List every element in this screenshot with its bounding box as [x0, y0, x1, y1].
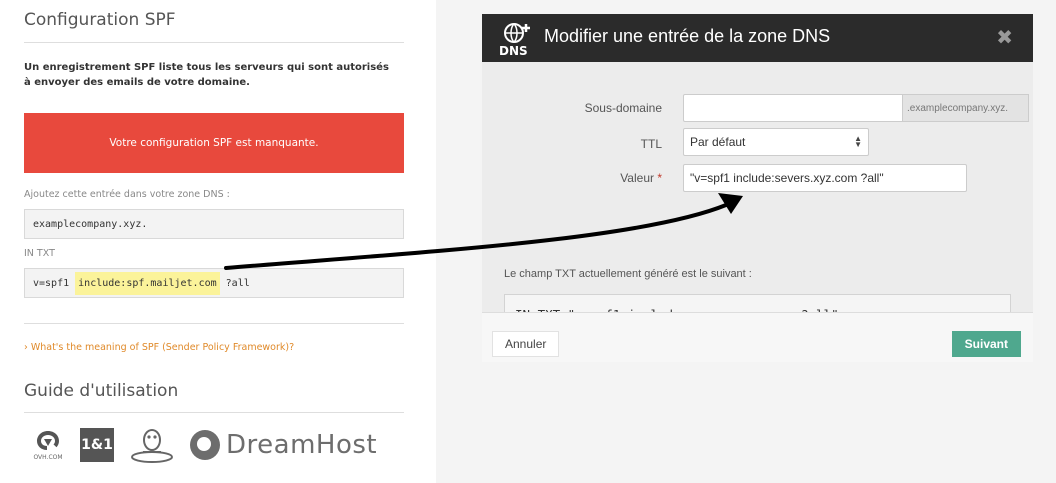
divider — [24, 323, 404, 324]
godaddy-icon — [131, 429, 173, 463]
ttl-select-value: Par défaut — [690, 135, 746, 149]
spf-record-include-highlight: include:spf.mailjet.com — [75, 271, 220, 295]
dns-instruction: Ajoutez cette entrée dans votre zone DNS… — [24, 189, 230, 200]
subdomain-label: Sous-domaine — [584, 101, 662, 115]
spf-config-title: Configuration SPF — [24, 10, 176, 30]
record-type-label: IN TXT — [24, 248, 55, 259]
value-label-text: Valeur — [620, 171, 654, 185]
domain-suffix-addon: .examplecompany.xyz. — [903, 94, 1029, 122]
value-input[interactable]: "v=spf1 include:severs.xyz.com ?all" — [683, 164, 967, 192]
subdomain-input[interactable] — [683, 94, 903, 122]
godaddy-logo[interactable] — [128, 426, 176, 464]
provider-logos: OVH.COM 1&1 DreamHost — [30, 425, 391, 465]
spf-record-suffix: ?all — [219, 277, 250, 289]
spf-help-link-text: What's the meaning of SPF (Sender Policy… — [30, 342, 295, 353]
ovh-icon — [37, 431, 59, 450]
divider — [24, 42, 404, 43]
ovh-logo-text: OVH.COM — [33, 454, 63, 461]
spf-missing-alert: Votre configuration SPF est manquante. — [24, 113, 404, 173]
spf-description: Un enregistrement SPF liste tous les ser… — [24, 62, 389, 88]
next-button[interactable]: Suivant — [951, 331, 1021, 357]
oneandone-logo-text: 1&1 — [81, 437, 113, 453]
cancel-button[interactable]: Annuler — [492, 331, 560, 357]
value-input-value: "v=spf1 include:severs.xyz.com ?all" — [690, 171, 884, 185]
modal-body: Sous-domaine .examplecompany.xyz. TTL Pa… — [482, 62, 1033, 334]
chevron-right-icon: › — [24, 342, 28, 353]
value-label: Valeur * — [512, 171, 662, 185]
ovh-logo[interactable]: OVH.COM — [30, 429, 66, 461]
ttl-label: TTL — [640, 137, 662, 151]
close-icon[interactable]: ✖ — [996, 27, 1013, 47]
dns-logo-text: DNS — [499, 44, 528, 56]
usage-guide-title: Guide d'utilisation — [24, 381, 179, 401]
spf-config-panel: Configuration SPF Un enregistrement SPF … — [0, 0, 436, 483]
ttl-select[interactable]: Par défaut ▲ ▼ — [683, 128, 869, 156]
dreamhost-logo-text: DreamHost — [226, 430, 378, 460]
spf-record-box[interactable]: v=spf1 include:spf.mailjet.com ?all — [24, 268, 404, 298]
spf-record-prefix: v=spf1 — [33, 277, 76, 289]
domain-value: examplecompany.xyz. — [33, 218, 148, 230]
modal-header: DNS Modifier une entrée de la zone DNS ✖ — [482, 14, 1033, 62]
spf-missing-alert-text: Votre configuration SPF est manquante. — [109, 137, 319, 149]
dns-globe-icon: DNS — [499, 23, 530, 56]
txt-generated-note: Le champ TXT actuellement généré est le … — [504, 268, 752, 280]
modal-title: Modifier une entrée de la zone DNS — [544, 26, 831, 46]
domain-box[interactable]: examplecompany.xyz. — [24, 209, 404, 239]
divider — [24, 412, 404, 413]
required-mark: * — [657, 171, 662, 185]
oneandone-logo[interactable]: 1&1 — [80, 428, 114, 462]
edit-dns-entry-modal: DNS Modifier une entrée de la zone DNS ✖… — [482, 14, 1033, 362]
select-arrows-icon: ▲ ▼ — [854, 134, 862, 149]
modal-footer: Annuler Suivant — [482, 312, 1033, 362]
spf-help-link[interactable]: › What's the meaning of SPF (Sender Poli… — [24, 342, 294, 353]
dreamhost-moon-icon — [190, 430, 220, 460]
dreamhost-logo[interactable]: DreamHost — [190, 430, 377, 460]
